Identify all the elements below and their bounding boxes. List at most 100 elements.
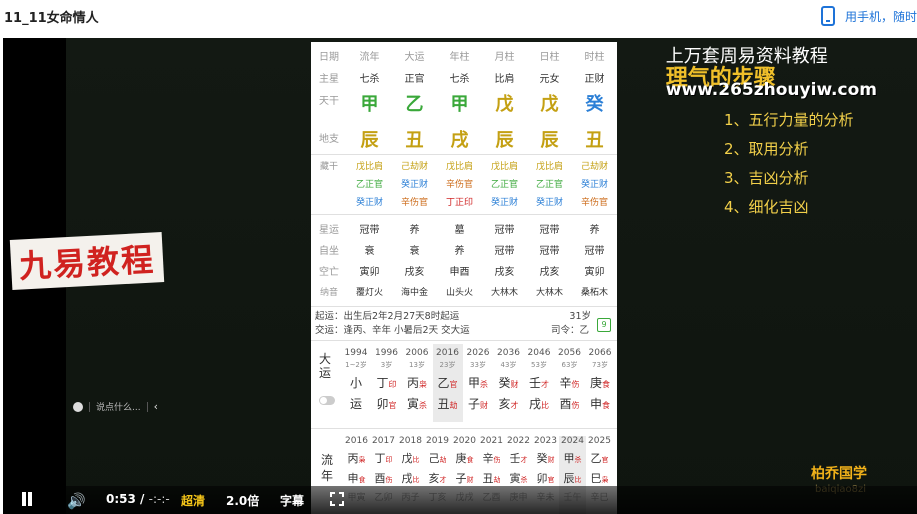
dayun-gan-char: 乙	[437, 376, 450, 390]
comment-bar[interactable]: 说点什么... ‹	[73, 400, 158, 413]
step-item: 1、五行力量的分析	[724, 111, 854, 129]
dayun-column[interactable]: 2066 73岁 庚食 申食	[585, 348, 615, 412]
dayun-gan-char: 丁	[376, 376, 389, 390]
dayun-year: 1996	[375, 348, 398, 358]
volume-icon[interactable]: 🔊	[67, 492, 86, 510]
liunian-zhi-char: 戌	[401, 472, 413, 485]
mobile-watch-link[interactable]: 用手机，随时	[820, 6, 917, 26]
dayun-year: 2066	[588, 348, 612, 358]
xingyun-cell: 养	[589, 225, 600, 236]
dayun-column[interactable]: 1996 3岁 丁印 卯官	[372, 348, 402, 412]
tiangan-cell: 戊	[540, 94, 559, 115]
tiangan-cell: 乙	[405, 94, 424, 115]
liunian-gan: 乙官	[586, 450, 613, 466]
divider	[311, 214, 617, 215]
liunian-zhi-shishen: 杀	[520, 476, 528, 484]
liunian-gan: 丁印	[370, 450, 397, 466]
pause-icon[interactable]	[21, 492, 33, 506]
canggan-item: 辛伤官	[445, 180, 473, 190]
divider	[311, 306, 617, 307]
liunian-gan: 壬才	[505, 450, 532, 466]
liunian-gan-shishen: 劫	[439, 456, 447, 464]
dizhi-cell: 丑	[405, 130, 424, 151]
canggan-item: 乙正官	[355, 180, 383, 190]
fullscreen-icon[interactable]	[330, 492, 344, 506]
header-cell: 年柱	[449, 52, 470, 63]
liunian-year: 2021	[480, 436, 503, 446]
dayun-age: 73岁	[592, 361, 608, 369]
dayun-gan: 甲杀	[463, 374, 493, 391]
phone-icon	[820, 6, 835, 26]
liunian-zhi-shishen: 官	[547, 476, 555, 484]
dayun-zhi: 戌比	[524, 395, 554, 412]
liunian-gan-shishen: 官	[601, 456, 609, 464]
canggan-item: 癸正财	[580, 180, 608, 190]
liunian-gan-char: 戊	[401, 452, 413, 465]
dayun-column[interactable]: 2046 53岁 壬才 戌比	[524, 348, 554, 412]
dayun-year: 2046	[527, 348, 551, 358]
speed-button[interactable]: 2.0倍	[226, 492, 259, 509]
liunian-gan-char: 壬	[509, 452, 521, 465]
emoji-icon[interactable]	[73, 401, 83, 412]
liunian-year: 2018	[399, 436, 422, 446]
comment-input[interactable]: 说点什么...	[96, 400, 141, 413]
liunian-zhi: 酉伤	[370, 470, 397, 486]
dayun-label: 大运	[319, 352, 332, 380]
chevron-left-icon[interactable]: ‹	[154, 400, 158, 413]
quality-button[interactable]: 超清	[181, 492, 205, 509]
dayun-gan-shishen: 杀	[480, 380, 488, 389]
dayun-zhi-shishen: 才	[510, 401, 519, 410]
liunian-zhi-char: 巳	[590, 472, 602, 485]
zizuo-cell: 衰	[409, 246, 420, 257]
video-player[interactable]: 九易教程 上万套周易资料教程 理气的步骤 www.265zhouyiw.com …	[3, 38, 917, 514]
zhuxing-cell: 比肩	[494, 74, 515, 85]
dayun-column[interactable]: 2016 23岁 乙官 丑劫	[432, 344, 463, 422]
nayin-row: 纳音 覆灯火 海中金 山头火 大林木 大林木 桑柘木	[311, 283, 617, 304]
dayun-gan-shishen: 食	[602, 380, 610, 389]
dayun-zhi-shishen: 比	[541, 401, 549, 410]
liunian-zhi-shishen: 财	[466, 476, 474, 484]
zizuo-row: 自坐 衰 衰 养 冠带 冠带 冠带	[311, 241, 617, 262]
liunian-gan: 庚食	[451, 450, 478, 466]
steps-list: 1、五行力量的分析 2、取用分析 3、吉凶分析 4、细化吉凶	[724, 106, 854, 222]
dayun-column[interactable]: 2006 13岁 丙枭 寅杀	[402, 348, 432, 412]
step-item: 4、细化吉凶	[724, 198, 809, 216]
liunian-zhi-shishen: 食	[358, 476, 366, 484]
tiangan-cell: 甲	[360, 94, 379, 115]
dayun-zhi-char: 戌	[528, 397, 541, 411]
kongwang-cell: 戌亥	[539, 267, 560, 278]
subtitle-button[interactable]: 字幕	[280, 492, 304, 509]
liunian-zhi-char: 寅	[509, 472, 521, 485]
header-cell: 大运	[404, 52, 425, 63]
dayun-column[interactable]: 1994 1~2岁小运	[341, 348, 371, 412]
liunian-year: 2022	[507, 436, 530, 446]
dayun-year: 2036	[497, 348, 520, 358]
dayun-zhi-shishen: 伤	[571, 401, 580, 410]
liunian-zhi-char: 子	[455, 472, 467, 485]
tiangan-cell: 戊	[495, 94, 514, 115]
nayin-cell: 大林木	[535, 288, 563, 298]
dayun-column[interactable]: 2056 63岁 辛伤 酉伤	[555, 348, 585, 412]
dayun-gan: 丁印	[372, 374, 402, 391]
xingyun-cell: 冠带	[494, 225, 515, 236]
dayun-gan: 乙官	[433, 374, 463, 391]
liunian-gan-char: 庚	[455, 452, 467, 465]
liunian-year: 2019	[426, 436, 449, 446]
dayun-gan-char: 壬	[528, 376, 541, 390]
row-label: 主星	[319, 74, 339, 85]
step-item: 2、取用分析	[724, 140, 809, 158]
zhuxing-cell: 正财	[584, 74, 605, 85]
dayun-year: 1994	[344, 348, 368, 358]
dayun-zhi: 卯官	[372, 395, 402, 412]
dayun-column[interactable]: 2026 33岁 甲杀 子财	[463, 348, 493, 412]
liunian-gan: 戊比	[397, 450, 424, 466]
row-label: 藏干	[319, 162, 338, 172]
dayun-column[interactable]: 2036 43岁 癸财 亥才	[494, 348, 524, 412]
dayun-toggle[interactable]	[319, 396, 335, 405]
dayun-zhi-char: 丑	[437, 397, 450, 411]
dayun-gan: 辛伤	[555, 374, 585, 391]
liunian-gan-char: 丙	[347, 452, 359, 465]
top-bar: 11_11女命情人 用手机，随时	[0, 0, 917, 38]
kongwang-cell: 戌亥	[494, 267, 515, 278]
liunian-zhi: 寅杀	[505, 470, 532, 486]
